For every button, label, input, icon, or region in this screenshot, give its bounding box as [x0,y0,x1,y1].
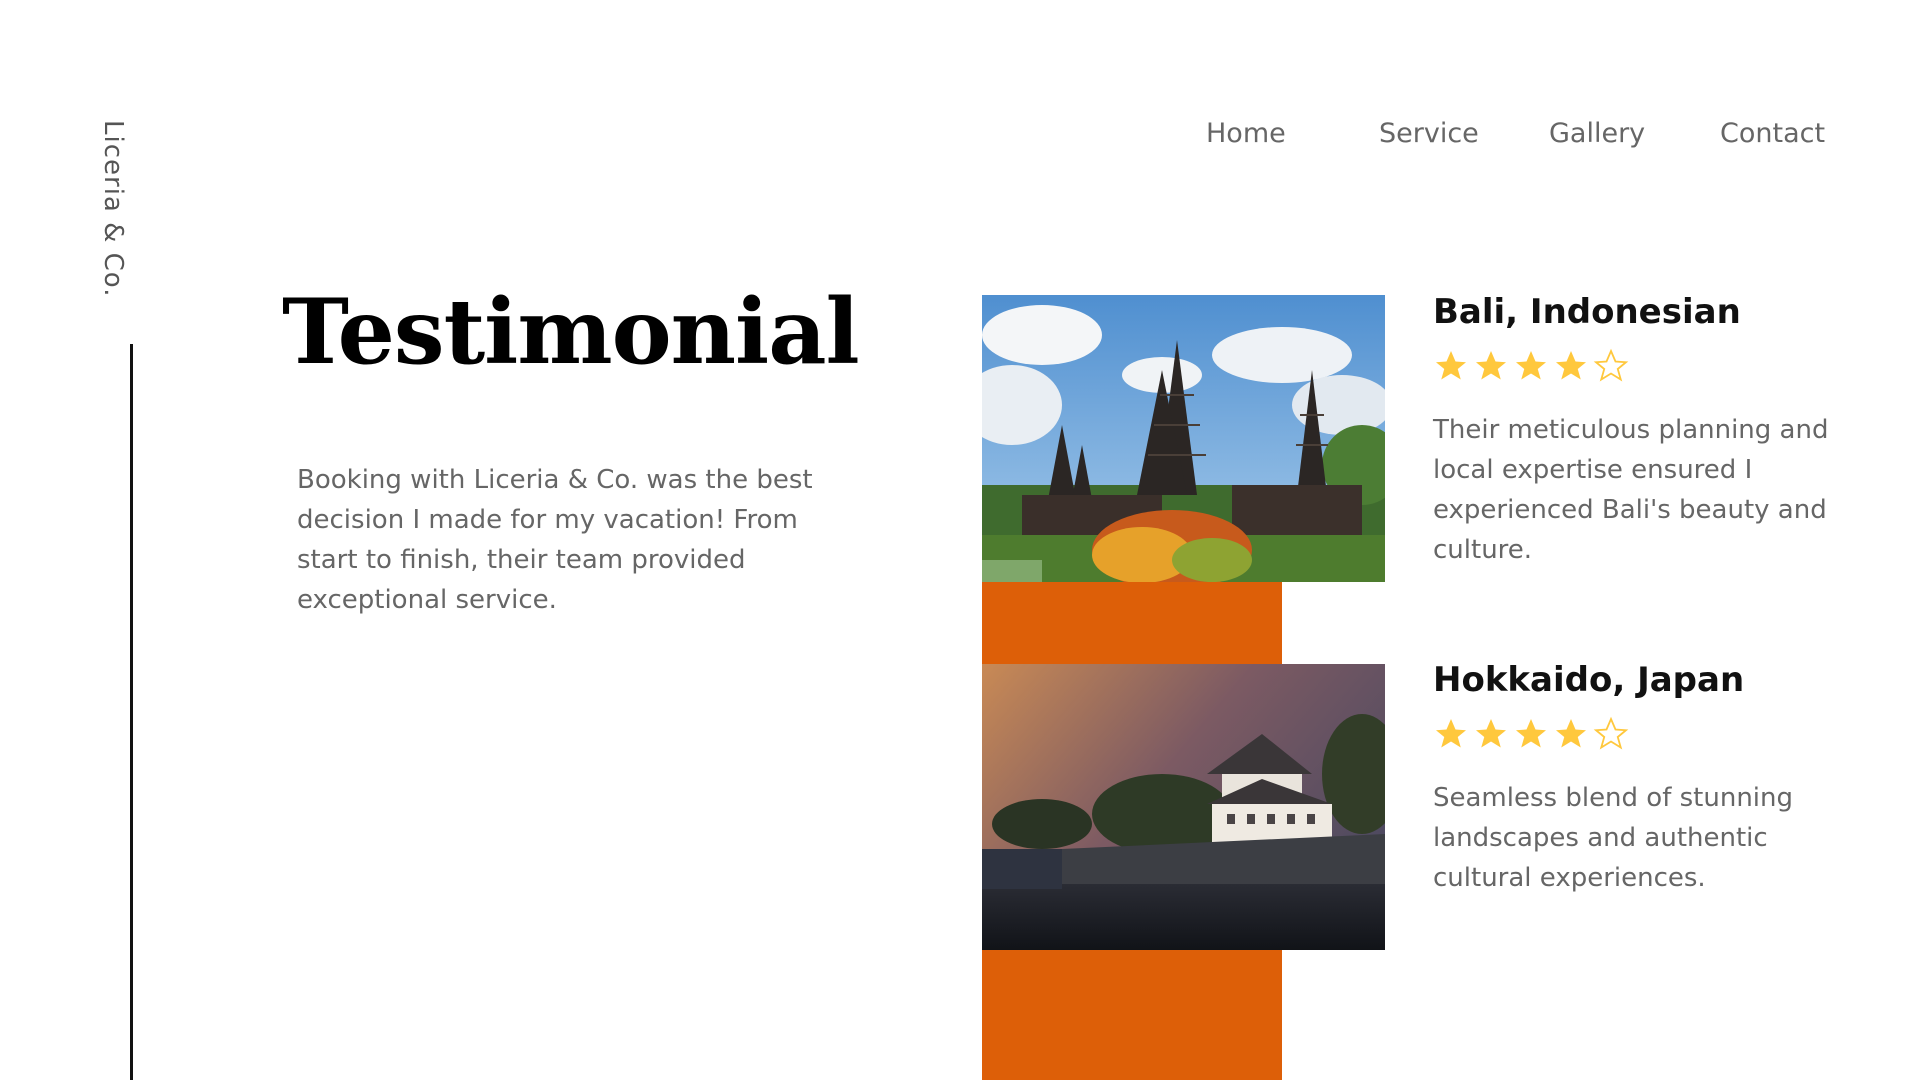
testimonial-text: Their meticulous planning and local expe… [1433,415,1829,565]
rating-stars [1433,348,1833,388]
accent-block-bottom [982,950,1282,1080]
accent-block-top [982,582,1282,664]
testimonial-location: Bali, Indonesian [1433,292,1741,332]
star-filled-icon [1476,351,1506,380]
nav-home[interactable]: Home [1206,118,1286,149]
star-filled-icon [1516,719,1546,748]
testimonial-text: Seamless blend of stunning landscapes an… [1433,783,1794,893]
vertical-divider [130,344,133,1080]
star-filled-icon [1516,351,1546,380]
testimonial-card: Bali, Indonesian Their meticulous planni… [1433,290,1833,570]
rating-stars [1433,716,1833,756]
main-nav: Home Service Gallery Contact [1200,118,1825,158]
nav-contact[interactable]: Contact [1720,118,1825,149]
star-filled-icon [1556,351,1586,380]
intro-text: Booking with Liceria & Co. was the best … [297,465,813,615]
nav-gallery[interactable]: Gallery [1549,118,1645,149]
testimonial-card: Hokkaido, Japan Seamless blend of stunni… [1433,658,1833,898]
star-filled-icon [1476,719,1506,748]
star-empty-icon [1593,716,1629,750]
star-filled-icon [1436,719,1466,748]
page: Liceria & Co. Home Service Gallery Conta… [0,0,1920,1080]
star-empty-icon [1593,348,1629,382]
nav-service[interactable]: Service [1379,118,1479,149]
page-title: Testimonial [282,279,860,385]
testimonial-location: Hokkaido, Japan [1433,660,1745,700]
japan-castle-photo [982,664,1385,950]
bali-temple-photo [982,295,1385,582]
star-filled-icon [1436,351,1466,380]
star-filled-icon [1556,719,1586,748]
brand-logo[interactable]: Liceria & Co. [98,120,128,298]
